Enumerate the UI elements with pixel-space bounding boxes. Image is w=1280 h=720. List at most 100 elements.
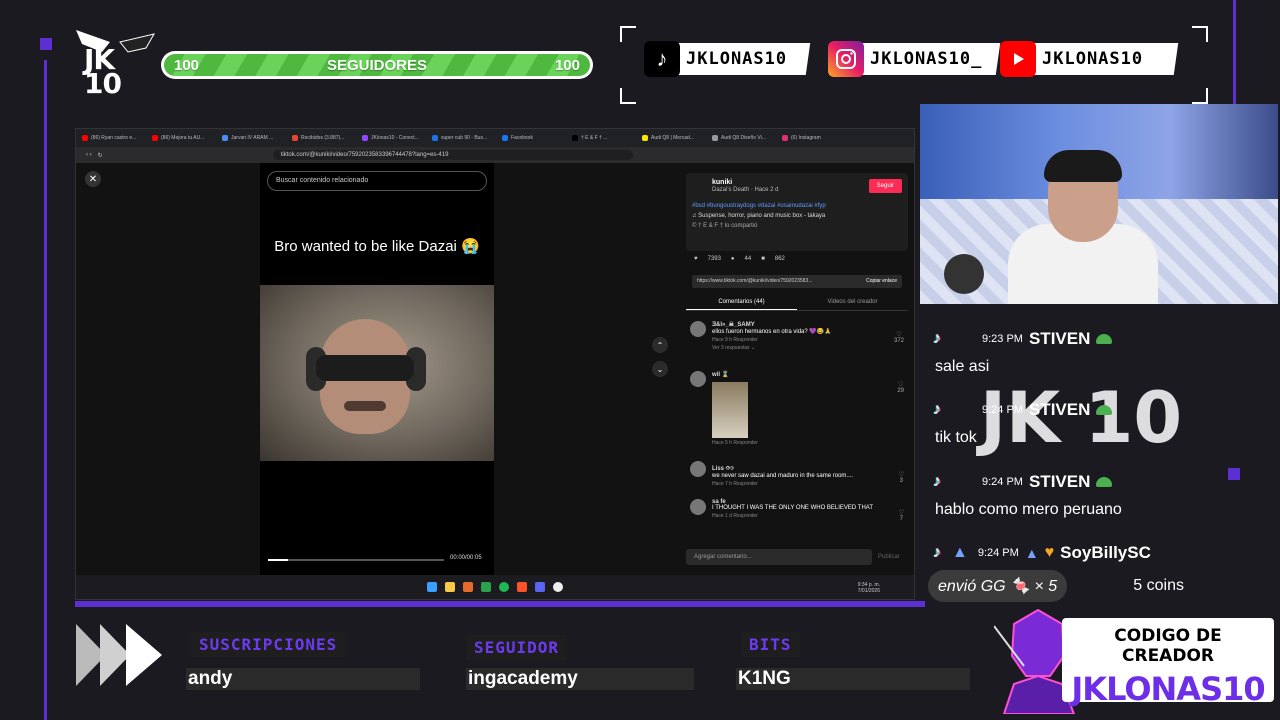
browser-tab[interactable]: (86) Mejora tu AU... bbox=[152, 135, 218, 141]
tiktok-icon: ♪ bbox=[933, 401, 941, 418]
browser-tab[interactable]: Audi Q8 Diseño Vi... bbox=[712, 135, 778, 141]
browser-tab[interactable]: † E & F † ... bbox=[572, 135, 638, 141]
comment-user[interactable]: Ǝ&l»_☠_SAMY bbox=[712, 321, 882, 328]
tab-favicon-icon bbox=[152, 135, 158, 141]
avatar[interactable] bbox=[690, 321, 706, 337]
saves-count: 862 bbox=[774, 256, 785, 262]
brave-icon[interactable] bbox=[517, 582, 527, 592]
comment-like[interactable]: ♡ 29 bbox=[897, 381, 904, 394]
tab-favicon-icon bbox=[782, 135, 788, 141]
discord-icon[interactable] bbox=[535, 582, 545, 592]
comment-meta[interactable]: Hace 9 h Responder bbox=[712, 337, 882, 343]
channel-logo: JK 10 bbox=[72, 26, 158, 100]
chat-message-header: ♪ 9:23 PM STIVEN bbox=[928, 328, 1188, 350]
avatar[interactable] bbox=[690, 371, 706, 387]
explorer-icon[interactable] bbox=[445, 582, 455, 592]
tiktok-icon: ♪ bbox=[644, 41, 680, 77]
xbox-icon[interactable] bbox=[481, 582, 491, 592]
related-search-input[interactable]: Buscar contenido relacionado bbox=[267, 171, 487, 191]
browser-tab[interactable]: JKlonas10 - Conect... bbox=[362, 135, 428, 141]
tab-comments[interactable]: Comentarios (44) bbox=[686, 295, 797, 310]
tab-label: JKlonas10 - Conect... bbox=[371, 135, 419, 141]
comment-image[interactable] bbox=[712, 382, 748, 438]
creator-code-name: JKLONAS10 bbox=[1071, 670, 1265, 708]
browser-tab[interactable]: Audi Q8 | Mercad... bbox=[642, 135, 708, 141]
comment-text: I THOUGHT I WAS THE ONLY ONE WHO BELIEVE… bbox=[712, 505, 874, 511]
comments-panel: kuniki Dazai's Death · Hace 2 d Seguir #… bbox=[678, 163, 914, 575]
heart-icon[interactable]: ♥ bbox=[694, 256, 698, 262]
view-replies-link[interactable]: Ver 3 respuestas ⌄ bbox=[712, 345, 882, 351]
chat-time: 9:24 PM bbox=[982, 404, 1023, 416]
follow-button[interactable]: Seguir bbox=[868, 179, 902, 193]
address-bar[interactable]: ‹ › ↻ tiktok.com/@kuniki/video/759202358… bbox=[76, 147, 914, 163]
tab-favicon-icon bbox=[362, 135, 368, 141]
spotify-icon[interactable] bbox=[499, 582, 509, 592]
comment-body: wil ⌛ Hace 5 h Responder bbox=[712, 371, 882, 446]
start-icon[interactable] bbox=[427, 582, 437, 592]
tab-creator-videos[interactable]: Videos del creador bbox=[797, 295, 908, 310]
copy-link-button[interactable]: Copiar enlace bbox=[866, 278, 897, 285]
turtle-badge-icon bbox=[1096, 334, 1113, 344]
app-icon[interactable] bbox=[463, 582, 473, 592]
comment-icon[interactable]: ● bbox=[731, 256, 735, 262]
tiktok-page: ✕ Buscar contenido relacionado Bro wante… bbox=[76, 163, 914, 575]
comment-like[interactable]: ♡ 372 bbox=[894, 331, 904, 344]
obs-icon[interactable] bbox=[553, 582, 563, 592]
tab-label: Facebook bbox=[511, 135, 533, 141]
chat-text: sale asi bbox=[935, 358, 990, 375]
goggles bbox=[316, 355, 414, 381]
social-instagram[interactable]: JKLONAS10_ bbox=[828, 41, 1001, 77]
tab-favicon-icon bbox=[292, 135, 298, 141]
video-player[interactable]: Buscar contenido relacionado Bro wanted … bbox=[260, 163, 494, 575]
youtube-handle: JKLONAS10 bbox=[1042, 49, 1144, 69]
add-comment-input[interactable]: Agregar comentario... bbox=[686, 549, 872, 565]
bookmark-icon[interactable]: ■ bbox=[761, 256, 765, 262]
tab-favicon-icon bbox=[502, 135, 508, 141]
tab-label: (86) Ryan castro e... bbox=[91, 135, 137, 141]
browser-tabs: (86) Ryan castro e... (86) Mejora tu AU..… bbox=[76, 129, 914, 147]
follower-label: SEGUIDOR bbox=[466, 635, 568, 660]
seek-bar[interactable] bbox=[268, 559, 444, 561]
comment-meta[interactable]: Hace 5 h Responder bbox=[712, 440, 882, 446]
social-youtube[interactable]: JKLONAS10 bbox=[1000, 41, 1179, 77]
post-music[interactable]: ♫ Suspense, horror, piano and music box … bbox=[692, 213, 902, 219]
back-icon[interactable]: ‹ › bbox=[86, 152, 92, 158]
tab-label: Recibidos (3.887)... bbox=[301, 135, 345, 141]
video-frame bbox=[260, 285, 494, 461]
browser-tab[interactable]: (86) Ryan castro e... bbox=[82, 135, 148, 141]
comment-like[interactable]: ♡ 3 bbox=[899, 471, 904, 484]
publish-button[interactable]: Publicar bbox=[878, 554, 900, 560]
browser-tab[interactable]: Recibidos (3.887)... bbox=[292, 135, 358, 141]
goal-right-count: 100 bbox=[554, 56, 580, 74]
tab-label: Jarvan IV ARAM ... bbox=[231, 135, 274, 141]
windows-taskbar: 9:34 p. m. 7/01/2026 bbox=[76, 575, 914, 599]
tab-favicon-icon bbox=[432, 135, 438, 141]
follower-goal-fill: 100 SEGUIDORES 100 bbox=[164, 54, 590, 76]
avatar[interactable] bbox=[690, 461, 706, 477]
browser-tab[interactable]: Jarvan IV ARAM ... bbox=[222, 135, 288, 141]
browser-tab[interactable]: super cub 90 - Bus... bbox=[432, 135, 498, 141]
social-tiktok[interactable]: ♪ JKLONAS10 bbox=[644, 41, 811, 77]
next-video-button[interactable]: ⌄ bbox=[652, 361, 668, 377]
avatar[interactable] bbox=[690, 499, 706, 515]
system-clock: 9:34 p. m. 7/01/2026 bbox=[858, 582, 880, 594]
reload-icon[interactable]: ↻ bbox=[98, 152, 103, 159]
url-field[interactable]: tiktok.com/@kuniki/video/759202358339674… bbox=[272, 150, 633, 160]
chat-username: STIVEN bbox=[1028, 472, 1091, 491]
chat-time: 9:24 PM bbox=[977, 547, 1019, 559]
heart-icon: ♡ bbox=[898, 472, 904, 478]
comment-meta[interactable]: Hace 7 h Responder bbox=[712, 481, 882, 487]
comment-user[interactable]: wil ⌛ bbox=[712, 371, 882, 378]
post-hashtags[interactable]: #bsd #bungoustraydogs #dazai #osamudazai… bbox=[692, 203, 902, 209]
browser-tab[interactable]: Facebook bbox=[502, 135, 568, 141]
post-shared: © † E & F † lo compartió bbox=[692, 223, 758, 229]
tab-label: † E & F † ... bbox=[581, 135, 608, 141]
comment-user[interactable]: Liss ᡣ𐭩 bbox=[712, 461, 882, 473]
comment-meta[interactable]: Hace 1 d Responder bbox=[712, 513, 882, 519]
prev-video-button[interactable]: ⌃ bbox=[652, 337, 668, 353]
follower-goal-bar: 100 SEGUIDORES 100 bbox=[161, 51, 593, 79]
close-icon[interactable]: ✕ bbox=[85, 171, 101, 187]
comment-like[interactable]: ♡ 7 bbox=[899, 509, 904, 522]
browser-tab[interactable]: (6) Instagram bbox=[782, 135, 848, 141]
frame-square-left bbox=[40, 38, 52, 50]
